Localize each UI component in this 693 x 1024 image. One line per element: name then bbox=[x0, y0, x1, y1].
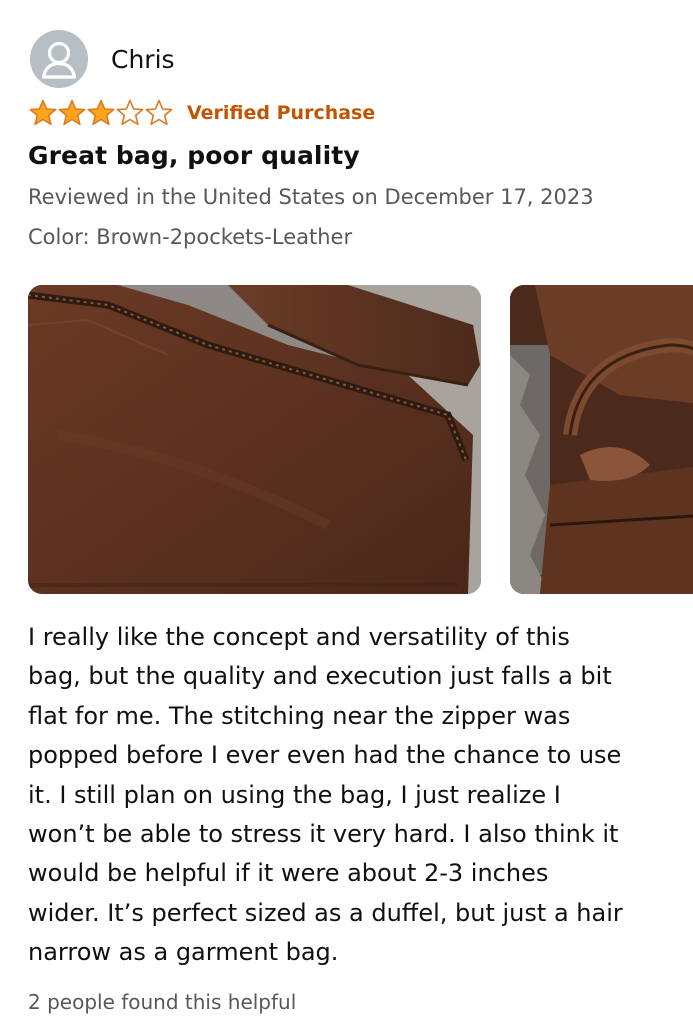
review-body: I really like the concept and versatilit… bbox=[28, 623, 623, 967]
star-rating bbox=[28, 98, 173, 128]
reviewer-name[interactable]: Chris bbox=[111, 45, 175, 74]
star-filled-icon bbox=[87, 99, 115, 126]
star-empty-icon bbox=[116, 99, 144, 126]
review-photo-1[interactable] bbox=[28, 285, 481, 594]
review-date: Reviewed in the United States on Decembe… bbox=[28, 185, 594, 209]
star-filled-icon bbox=[29, 99, 57, 126]
avatar[interactable] bbox=[30, 30, 88, 88]
reviewer-profile[interactable]: Chris bbox=[30, 30, 175, 88]
helpful-count: 2 people found this helpful bbox=[28, 990, 297, 1014]
bag-handles-photo bbox=[510, 285, 693, 594]
rating-row: Verified Purchase bbox=[28, 98, 375, 128]
customer-review: Chris Verified Purchase Great bag, poor … bbox=[0, 0, 693, 1024]
review-photo-2[interactable] bbox=[510, 285, 693, 594]
verified-purchase-badge: Verified Purchase bbox=[187, 102, 376, 124]
review-title: Great bag, poor quality bbox=[28, 141, 360, 170]
bag-zipper-photo bbox=[28, 285, 481, 594]
star-empty-icon bbox=[145, 99, 173, 126]
star-filled-icon bbox=[58, 99, 86, 126]
product-variant: Color: Brown-2pockets-Leather bbox=[28, 225, 353, 249]
user-silhouette-icon bbox=[30, 30, 88, 88]
